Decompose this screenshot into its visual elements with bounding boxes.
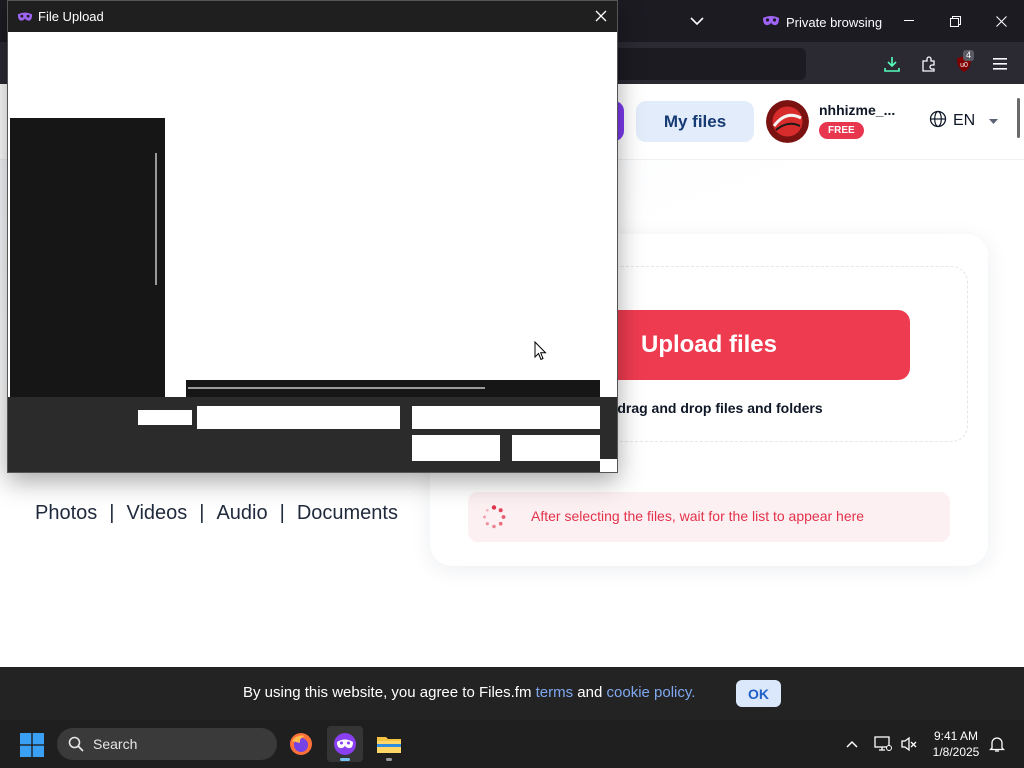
globe-icon [929,110,947,133]
mouse-cursor-icon [534,340,547,361]
dialog-navigation-pane[interactable] [10,118,165,398]
file-upload-dialog: File Upload [7,0,618,473]
cookie-consent-text: By using this website, you agree to File… [243,684,695,701]
cookie-text-before: By using this website, you agree to File… [243,684,536,701]
search-label: Search [93,736,138,752]
private-mask-icon [762,15,780,30]
notifications-bell-icon[interactable] [987,734,1007,754]
scrollbar-thumb[interactable] [188,387,485,389]
file-name-label [138,410,192,425]
clock-time: 9:41 AM [933,729,979,743]
private-mask-icon [17,10,33,28]
volume-muted-icon[interactable] [899,734,919,754]
private-browsing-label: Private browsing [786,14,883,30]
terms-link[interactable]: terms [536,684,574,701]
category-separator: | [199,502,205,524]
address-bar[interactable] [612,48,806,80]
extension-count-badge: 4 [963,50,975,61]
dialog-footer [8,397,617,472]
category-separator: | [109,502,115,524]
cookie-ok-button[interactable]: OK [736,680,781,707]
restore-icon[interactable] [946,12,964,30]
file-explorer-taskbar-icon[interactable] [371,726,407,762]
username: nhhizme_... [819,102,896,118]
cancel-button[interactable] [512,435,600,461]
open-button[interactable] [412,435,500,461]
downloads-icon[interactable] [882,54,902,74]
resize-grip[interactable] [600,459,617,472]
hamburger-menu-icon[interactable] [990,54,1010,74]
page-scrollbar[interactable] [1017,98,1020,138]
private-browsing-indicator: Private browsing [762,12,882,32]
category-documents[interactable]: Documents [297,502,398,525]
close-window-icon[interactable] [992,12,1010,30]
category-videos[interactable]: Videos [126,502,187,525]
wait-notice: After selecting the files, wait for the … [468,492,950,542]
my-files-button[interactable]: My files [636,101,754,142]
file-list-horizontal-scrollbar[interactable] [186,380,600,397]
svg-text:u0: u0 [960,62,968,69]
file-type-select[interactable] [412,406,600,429]
file-categories: Photos | Videos | Audio | Documents [35,502,398,525]
running-app-indicator [386,758,392,761]
cookie-consent-bar: By using this website, you agree to File… [0,667,1024,720]
wait-notice-text: After selecting the files, wait for the … [531,508,865,524]
avatar[interactable] [766,100,809,143]
navigation-pane-scrollbar[interactable] [155,153,157,285]
category-separator: | [279,502,285,524]
network-icon[interactable] [873,734,893,754]
minimize-icon[interactable] [900,12,918,30]
system-clock[interactable]: 9:41 AM 1/8/2025 [930,728,982,760]
private-browser-taskbar-icon[interactable] [327,726,363,762]
cookie-text-middle: and [573,684,607,701]
list-all-tabs-icon[interactable] [688,12,706,30]
taskbar-search[interactable]: Search [57,728,277,760]
category-audio[interactable]: Audio [216,502,267,525]
extensions-puzzle-icon[interactable] [919,54,939,74]
dialog-titlebar[interactable]: File Upload [8,1,617,32]
firefox-taskbar-icon[interactable] [283,726,319,762]
chevron-down-icon [989,112,999,130]
taskbar: Search 9:41 AM 1/8/2025 [0,720,1024,768]
clock-date: 1/8/2025 [932,745,980,759]
language-selector[interactable]: EN [929,110,999,133]
dialog-close-icon[interactable] [592,7,610,25]
active-app-indicator [340,758,350,761]
loading-spinner-icon [482,505,506,529]
search-icon [68,736,84,757]
windows-start-icon[interactable] [20,733,44,757]
show-hidden-icons-chevron-up-icon[interactable] [842,734,862,754]
file-name-input[interactable] [197,406,400,429]
category-photos[interactable]: Photos [35,502,97,525]
language-label: EN [953,112,976,129]
dialog-title: File Upload [38,9,104,24]
cookie-policy-link[interactable]: cookie policy. [607,684,696,701]
plan-badge: FREE [819,122,864,139]
